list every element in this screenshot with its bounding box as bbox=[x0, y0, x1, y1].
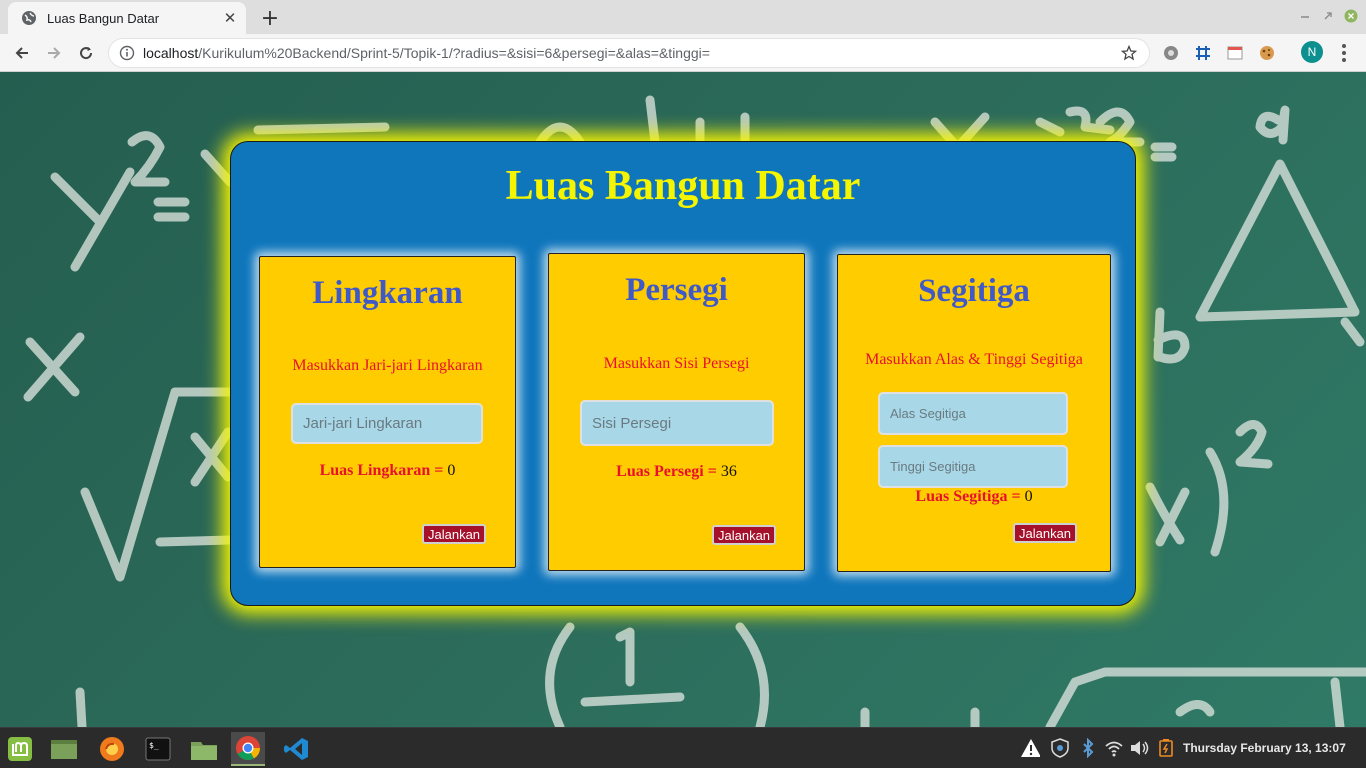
segitiga-result-value: 0 bbox=[1024, 488, 1033, 505]
extension-grid-icon[interactable] bbox=[1193, 43, 1213, 63]
segitiga-result: Luas Segitiga = 0 bbox=[838, 488, 1110, 506]
main-board: Luas Bangun Datar Lingkaran Masukkan Jar… bbox=[230, 141, 1136, 606]
chrome-icon[interactable] bbox=[231, 732, 265, 766]
lingkaran-card: Lingkaran Masukkan Jari-jari Lingkaran L… bbox=[259, 256, 516, 568]
segitiga-prompt: Masukkan Alas & Tinggi Segitiga bbox=[865, 351, 1083, 368]
new-tab-button[interactable]: + bbox=[258, 6, 282, 31]
url-host: localhost bbox=[143, 45, 199, 61]
lingkaran-heading: Lingkaran bbox=[312, 275, 463, 311]
terminal-icon[interactable]: $_ bbox=[141, 732, 175, 766]
shield-icon[interactable] bbox=[1050, 738, 1070, 758]
segitiga-card: Segitiga Masukkan Alas & Tinggi Segitiga… bbox=[837, 254, 1111, 572]
forward-arrow-icon[interactable] bbox=[42, 41, 66, 65]
browser-tabstrip: Luas Bangun Datar ✕ + bbox=[0, 0, 1366, 34]
persegi-run-button[interactable]: Jalankan bbox=[712, 525, 777, 545]
files-icon[interactable] bbox=[187, 732, 221, 766]
segitiga-result-label: Luas Segitiga = bbox=[915, 488, 1021, 505]
segitiga-run-button[interactable]: Jalankan bbox=[1013, 523, 1078, 543]
battery-icon[interactable] bbox=[1156, 738, 1176, 758]
globe-icon bbox=[21, 10, 37, 26]
wifi-icon[interactable] bbox=[1104, 738, 1124, 758]
radius-input[interactable] bbox=[291, 403, 483, 444]
page-title: Luas Bangun Datar bbox=[505, 163, 861, 209]
lingkaran-run-button[interactable]: Jalankan bbox=[422, 524, 487, 544]
browser-tab[interactable]: Luas Bangun Datar ✕ bbox=[8, 2, 246, 34]
info-icon[interactable] bbox=[119, 45, 135, 61]
extension-cookie-icon[interactable] bbox=[1257, 43, 1277, 63]
bluetooth-icon[interactable] bbox=[1078, 738, 1098, 758]
svg-text:$_: $_ bbox=[149, 741, 159, 750]
browser-toolbar: localhost/Kurikulum%20Backend/Sprint-5/T… bbox=[0, 34, 1366, 72]
back-arrow-icon[interactable] bbox=[10, 41, 34, 65]
tab-close-icon[interactable]: ✕ bbox=[220, 8, 240, 28]
tab-title: Luas Bangun Datar bbox=[47, 10, 160, 26]
profile-avatar[interactable]: N bbox=[1301, 41, 1323, 63]
persegi-result-label: Luas Persegi = bbox=[616, 463, 717, 480]
address-bar[interactable]: localhost/Kurikulum%20Backend/Sprint-5/T… bbox=[108, 38, 1150, 68]
taskbar: $_ Thursday February 13, 13:07 bbox=[0, 727, 1366, 768]
close-window-icon[interactable] bbox=[1343, 8, 1359, 24]
segitiga-heading: Segitiga bbox=[918, 273, 1030, 309]
reload-icon[interactable] bbox=[74, 41, 98, 65]
extension-gear-icon[interactable] bbox=[1161, 43, 1181, 63]
warning-icon[interactable] bbox=[1020, 738, 1040, 758]
tinggi-input[interactable] bbox=[878, 445, 1068, 488]
restore-icon[interactable] bbox=[1320, 8, 1336, 24]
sisi-input[interactable] bbox=[580, 400, 774, 446]
persegi-prompt: Masukkan Sisi Persegi bbox=[603, 355, 750, 372]
lingkaran-result-label: Luas Lingkaran = bbox=[319, 462, 444, 479]
url-path: /Kurikulum%20Backend/Sprint-5/Topik-1/?r… bbox=[198, 45, 710, 61]
persegi-result-value: 36 bbox=[720, 463, 737, 480]
lingkaran-result-value: 0 bbox=[447, 462, 456, 479]
firefox-icon[interactable] bbox=[95, 732, 129, 766]
volume-icon[interactable] bbox=[1129, 738, 1149, 758]
show-desktop-icon[interactable] bbox=[47, 732, 81, 766]
bookmark-star-icon[interactable] bbox=[1119, 43, 1139, 63]
lingkaran-result: Luas Lingkaran = 0 bbox=[260, 462, 515, 480]
taskbar-clock[interactable]: Thursday February 13, 13:07 bbox=[1183, 741, 1346, 755]
mint-menu-icon[interactable] bbox=[3, 732, 37, 766]
persegi-result: Luas Persegi = 36 bbox=[549, 463, 804, 481]
persegi-card: Persegi Masukkan Sisi Persegi Luas Perse… bbox=[548, 253, 805, 571]
browser-menu-icon[interactable] bbox=[1336, 41, 1352, 65]
extension-calendar-icon[interactable] bbox=[1225, 43, 1245, 63]
page-viewport: Luas Bangun Datar Lingkaran Masukkan Jar… bbox=[0, 72, 1366, 727]
persegi-heading: Persegi bbox=[625, 272, 728, 308]
minimize-icon[interactable] bbox=[1297, 8, 1313, 24]
alas-input[interactable] bbox=[878, 392, 1068, 435]
lingkaran-prompt: Masukkan Jari-jari Lingkaran bbox=[292, 357, 483, 374]
url-text[interactable]: localhost/Kurikulum%20Backend/Sprint-5/T… bbox=[143, 45, 1119, 61]
vscode-icon[interactable] bbox=[279, 732, 313, 766]
